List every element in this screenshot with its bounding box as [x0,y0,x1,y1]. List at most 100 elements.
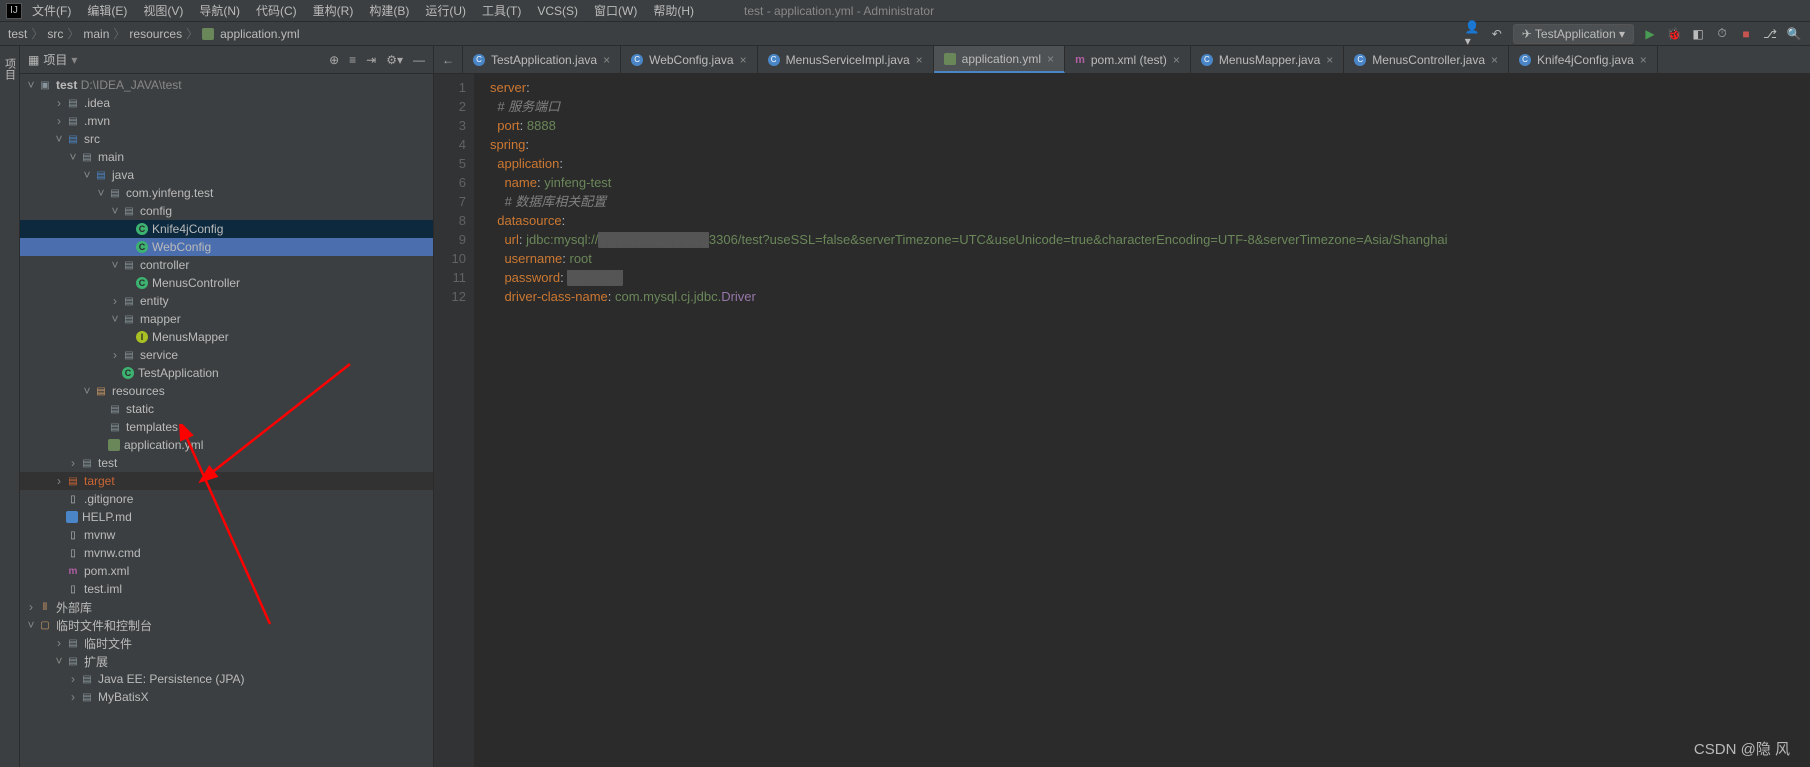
code-content[interactable]: server: # 服务端口 port: 8888spring: applica… [474,74,1810,767]
collapse-all-icon[interactable]: ⇥ [366,53,376,67]
tab-menusservice[interactable]: CMenusServiceImpl.java× [758,46,934,73]
crumb-file[interactable]: application.yml [220,27,299,41]
tree-mvn[interactable]: .mvn [84,114,110,128]
expand-all-icon[interactable]: ≡ [349,53,356,67]
window-title: test - application.yml - Administrator [744,4,934,18]
select-opened-icon[interactable]: ⊕ [329,53,339,67]
close-icon[interactable]: × [1047,52,1054,66]
tree-mvnwcmd[interactable]: mvnw.cmd [84,546,141,560]
menu-build[interactable]: 构建(B) [363,0,415,21]
menu-vcs[interactable]: VCS(S) [531,2,584,20]
class-icon: C [122,367,134,379]
menu-refactor[interactable]: 重构(R) [307,0,360,21]
tree-pkg[interactable]: com.yinfeng.test [126,186,213,200]
tree-pom[interactable]: pom.xml [84,564,129,578]
breadcrumbs: test〉 src〉 main〉 resources〉 application.… [8,25,299,42]
crumb-main[interactable]: main [83,27,109,41]
tree-root[interactable]: test [56,78,77,92]
close-icon[interactable]: × [740,53,747,67]
tree-resources[interactable]: resources [112,384,165,398]
tree-target[interactable]: target [84,474,115,488]
close-icon[interactable]: × [916,53,923,67]
tree-src[interactable]: src [84,132,100,146]
crumb-src[interactable]: src [47,27,63,41]
editor-toolbar: ← [434,46,463,74]
gear-icon[interactable]: ⚙▾ [386,53,403,67]
tree-testiml[interactable]: test.iml [84,582,122,596]
coverage-icon[interactable]: ◧ [1690,26,1706,42]
run-icon[interactable]: ▶ [1642,26,1658,42]
tree-main[interactable]: main [98,150,124,164]
menu-navigate[interactable]: 导航(N) [193,0,246,21]
code-editor[interactable]: 123456789101112 server: # 服务端口 port: 888… [434,74,1810,767]
tree-knife[interactable]: Knife4jConfig [152,222,223,236]
tree-mapper[interactable]: mapper [140,312,181,326]
project-tab[interactable]: 项目 [2,54,18,84]
close-icon[interactable]: × [1491,53,1498,67]
menu-window[interactable]: 窗口(W) [588,0,643,21]
back-nav-icon[interactable]: ← [442,53,454,67]
tree-extlib[interactable]: 外部库 [56,599,92,616]
tree-controller[interactable]: controller [140,258,189,272]
tree-templates[interactable]: templates [126,420,178,434]
menu-run[interactable]: 运行(U) [419,0,472,21]
tree-scratchfiles[interactable]: 临时文件 [84,635,132,652]
back-icon[interactable]: ↶ [1489,26,1505,42]
close-icon[interactable]: × [1640,53,1647,67]
tree-config[interactable]: config [140,204,172,218]
search-icon[interactable]: 🔍 [1786,26,1802,42]
menu-code[interactable]: 代码(C) [250,0,303,21]
menu-view[interactable]: 视图(V) [137,0,189,21]
tree-testapp[interactable]: TestApplication [138,366,219,380]
tree-menusmap[interactable]: MenusMapper [152,330,229,344]
tree-service[interactable]: service [140,348,178,362]
tree-appyml[interactable]: application.yml [124,438,203,452]
run-config-selector[interactable]: ✈ TestApplication ▾ [1513,24,1634,44]
tab-testapp[interactable]: CTestApplication.java× [463,46,621,73]
tab-pom[interactable]: mpom.xml (test)× [1065,46,1191,73]
tab-menusmapper[interactable]: CMenusMapper.java× [1191,46,1344,73]
tree-entity[interactable]: entity [140,294,169,308]
close-icon[interactable]: × [1326,53,1333,67]
tree-static[interactable]: static [126,402,154,416]
close-icon[interactable]: × [603,53,610,67]
stop-icon[interactable]: ■ [1738,26,1754,42]
tab-knife[interactable]: CKnife4jConfig.java× [1509,46,1658,73]
tab-webconfig[interactable]: CWebConfig.java× [621,46,758,73]
class-icon: C [473,54,485,66]
tree-help[interactable]: HELP.md [82,510,132,524]
menu-file[interactable]: 文件(F) [26,0,77,21]
tab-menusctrl[interactable]: CMenusController.java× [1344,46,1509,73]
tree-gitignore[interactable]: .gitignore [84,492,133,506]
hide-icon[interactable]: — [413,53,425,67]
class-icon: C [136,241,148,253]
tree-java[interactable]: java [112,168,134,182]
debug-icon[interactable]: 🐞 [1666,26,1682,42]
tree-jpa[interactable]: Java EE: Persistence (JPA) [98,672,245,686]
line-gutter: 123456789101112 [434,74,474,767]
menu-edit[interactable]: 编辑(E) [81,0,133,21]
tree-mvnw[interactable]: mvnw [84,528,115,542]
crumb-test[interactable]: test [8,27,27,41]
class-icon: C [768,54,780,66]
menu-help[interactable]: 帮助(H) [647,0,700,21]
md-icon [66,511,78,523]
tree-menusctrl[interactable]: MenusController [152,276,240,290]
file-icon: ▯ [66,528,80,542]
tree-test[interactable]: test [98,456,117,470]
add-user-icon[interactable]: 👤▾ [1465,26,1481,42]
tree-idea[interactable]: .idea [84,96,110,110]
tab-appyml[interactable]: application.yml× [934,46,1065,73]
crumb-resources[interactable]: resources [129,27,182,41]
tree-extensions[interactable]: 扩展 [84,653,108,670]
panel-dropdown-icon[interactable]: ▾ [71,53,77,67]
menu-tools[interactable]: 工具(T) [476,0,527,21]
tree-webconfig[interactable]: WebConfig [152,240,211,254]
tree-scratch[interactable]: 临时文件和控制台 [56,617,152,634]
close-icon[interactable]: × [1173,53,1180,67]
git-icon[interactable]: ⎇ [1762,26,1778,42]
maven-icon: m [66,564,80,578]
project-tree[interactable]: ˅▣test D:\IDEA_JAVA\test ›▤.idea ›▤.mvn … [20,74,433,767]
tree-mybatis[interactable]: MyBatisX [98,690,149,704]
profile-icon[interactable]: ⏱ [1714,26,1730,42]
